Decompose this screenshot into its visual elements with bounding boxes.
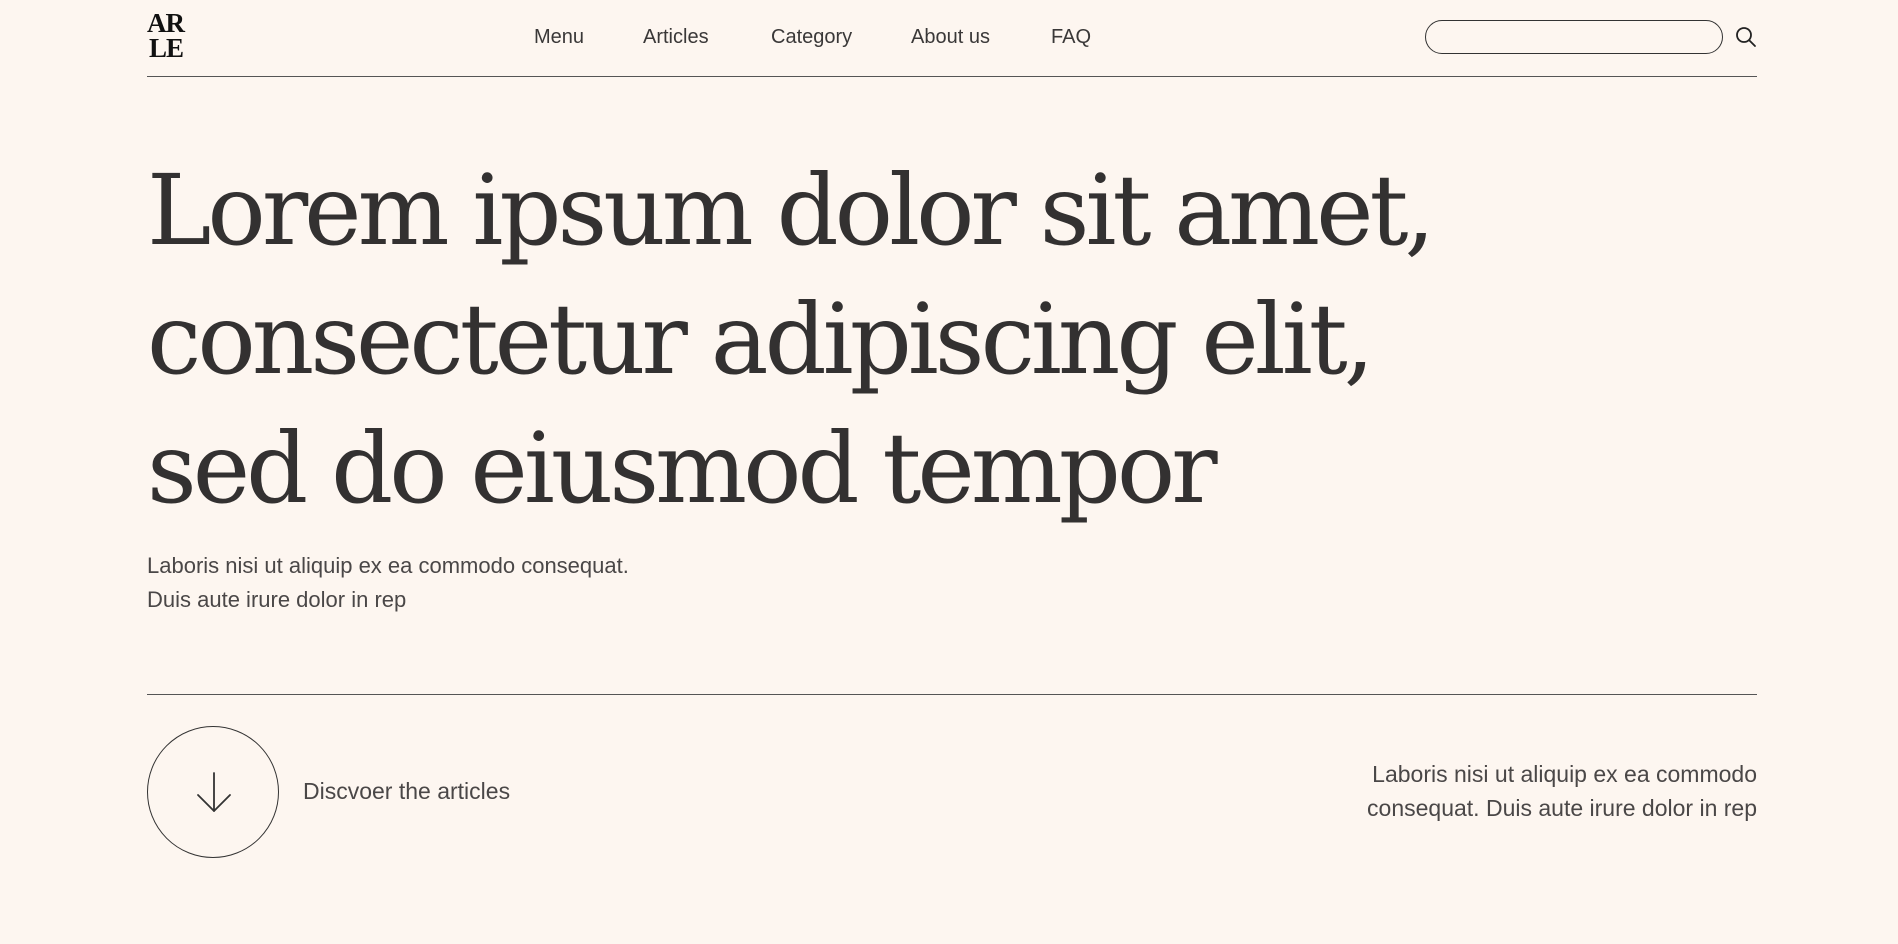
- nav-item-about-us[interactable]: About us: [911, 24, 990, 50]
- nav-item-category[interactable]: Category: [771, 24, 852, 50]
- hero-subtitle-line-1: Laboris nisi ut aliquip ex ea commodo co…: [147, 553, 629, 578]
- arrow-down-icon: [197, 772, 231, 812]
- hero-title-line-2: consectetur adipiscing elit,: [147, 283, 1375, 396]
- header-divider: [147, 76, 1757, 77]
- nav-item-articles[interactable]: Articles: [643, 24, 709, 50]
- discover-articles-button[interactable]: [147, 726, 279, 858]
- search-icon[interactable]: [1734, 25, 1758, 49]
- side-description-line-2: consequat. Duis aute irure dolor in rep: [1367, 795, 1757, 821]
- hero-title-line-3: sed do eiusmod tempor: [147, 412, 1218, 525]
- nav-item-menu[interactable]: Menu: [534, 24, 584, 50]
- search-input[interactable]: [1425, 20, 1723, 54]
- page: AR LE Menu Articles Category About us FA…: [0, 0, 1898, 944]
- section-divider: [147, 694, 1757, 695]
- discover-articles-link[interactable]: Discvoer the articles: [303, 776, 510, 806]
- nav-item-faq[interactable]: FAQ: [1051, 24, 1091, 50]
- side-description-line-1: Laboris nisi ut aliquip ex ea commodo: [1372, 761, 1757, 787]
- hero-title: Lorem ipsum dolor sit amet, consectetur …: [147, 146, 1547, 533]
- hero-title-line-1: Lorem ipsum dolor sit amet,: [147, 154, 1435, 267]
- hero-subtitle: Laboris nisi ut aliquip ex ea commodo co…: [147, 549, 629, 617]
- hero-subtitle-line-2: Duis aute irure dolor in rep: [147, 587, 407, 612]
- side-description: Laboris nisi ut aliquip ex ea commodo co…: [1367, 757, 1757, 825]
